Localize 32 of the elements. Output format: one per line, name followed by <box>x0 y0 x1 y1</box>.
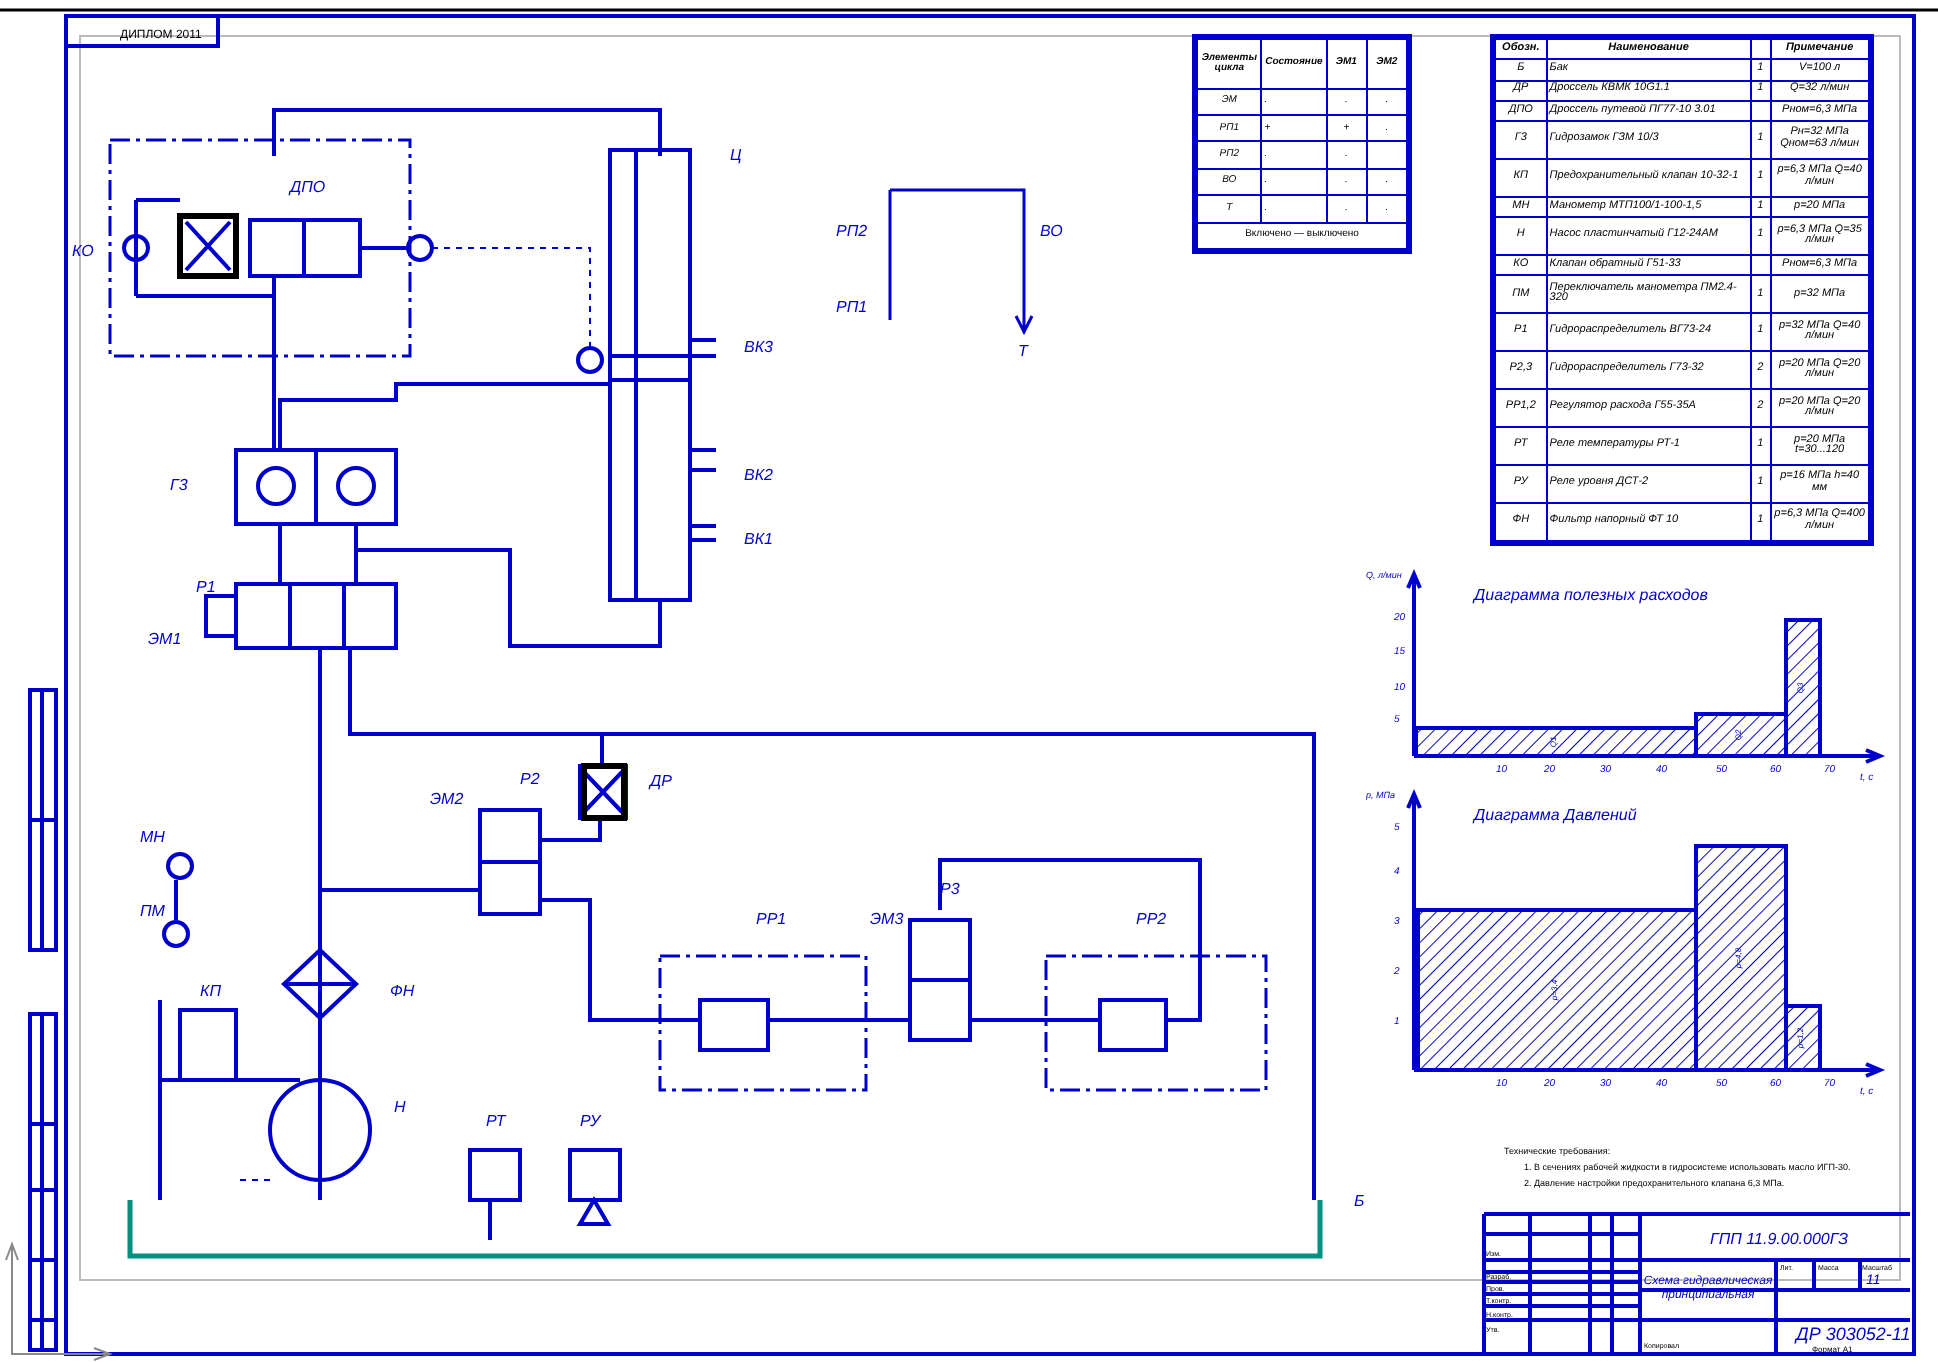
component-label: ВК1 <box>744 530 773 548</box>
component-label: РР2 <box>1136 910 1167 928</box>
cyclogram-label: ВО <box>1040 222 1063 240</box>
component-label: КП <box>200 982 222 1000</box>
component-label: Р2 <box>520 770 540 788</box>
component-label: ЭМ2 <box>430 790 464 808</box>
cyclogram-label: РП1 <box>836 298 868 316</box>
component-label: Р1 <box>196 578 216 596</box>
component-label: Ц <box>730 146 742 164</box>
cyclogram-label: РП2 <box>836 222 868 240</box>
document-code: ДР 303052-11 <box>1796 1324 1911 1344</box>
component-label: РУ <box>580 1112 601 1130</box>
component-label: Н <box>394 1098 406 1116</box>
component-label: Б <box>1354 1192 1365 1210</box>
component-label: ЭМ1 <box>148 630 182 648</box>
cyclogram-label: Т <box>1018 342 1028 360</box>
component-label: ДПО <box>290 178 326 196</box>
component-label: РР1 <box>756 910 787 928</box>
component-label: ВК3 <box>744 338 773 356</box>
component-label: ЭМ3 <box>870 910 904 928</box>
component-label: КО <box>72 242 94 260</box>
coordinate-axes-icon <box>5 1241 113 1361</box>
component-label: Г3 <box>170 476 188 494</box>
component-label: МН <box>140 828 165 846</box>
component-label: ВК2 <box>744 466 773 484</box>
component-label: ПМ <box>140 902 165 920</box>
component-label: ДР <box>650 772 672 790</box>
drawing-designation: ГПП 11.9.00.000ГЗ <box>1710 1230 1849 1248</box>
component-label: РТ <box>486 1112 506 1130</box>
component-label: ФН <box>390 982 415 1000</box>
chart-title: Диаграмма Давлений <box>1474 806 1637 824</box>
chart-title: Диаграмма полезных расходов <box>1474 586 1708 604</box>
